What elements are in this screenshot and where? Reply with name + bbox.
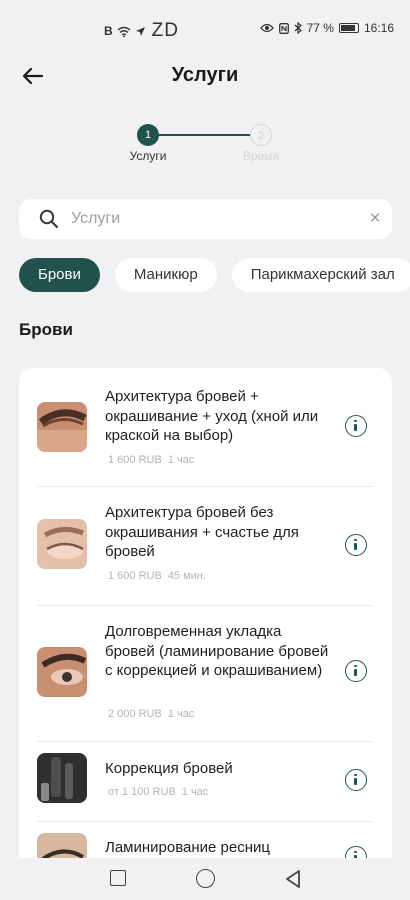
- step-1-label: Услуги: [129, 149, 167, 163]
- stepper-progress-line: [159, 134, 250, 136]
- info-icon[interactable]: [345, 415, 367, 437]
- status-right: 77 % 16:16: [259, 21, 394, 35]
- nfc-icon: [278, 22, 289, 34]
- service-duration: 1 час: [167, 708, 195, 720]
- page-title: Услуги: [171, 64, 239, 86]
- service-meta: 1 600 RUB 1 час: [108, 454, 200, 466]
- wifi-icon: [117, 26, 131, 37]
- service-name: Коррекция бровей: [105, 760, 233, 777]
- carrier-logo: ZD: [151, 20, 179, 41]
- service-name: Ламинирование ресниц: [105, 839, 270, 856]
- service-name: Архитектура бровей + окрашивание + уход …: [105, 388, 319, 444]
- services-list: Архитектура бровей + окрашивание + уход …: [19, 368, 392, 900]
- step-1-indicator: 1: [137, 124, 159, 146]
- clock: 16:16: [363, 21, 394, 35]
- battery-percent: 77 %: [306, 21, 334, 35]
- service-price: 1 600 RUB: [108, 454, 162, 466]
- eye-icon: [259, 23, 274, 33]
- service-meta: 2 000 RUB 1 час: [108, 708, 200, 720]
- section-title: Брови: [19, 320, 73, 339]
- step-2-indicator: 2: [250, 124, 272, 146]
- back-triangle-icon[interactable]: [284, 869, 302, 889]
- bluetooth-icon: [294, 22, 302, 34]
- category-chip-manicure[interactable]: Маникюр: [114, 258, 217, 292]
- status-left: B ZD: [104, 20, 179, 42]
- service-price: 1 600 RUB: [108, 570, 162, 582]
- service-name: Долговременная укладка бровей (ламиниров…: [105, 623, 329, 679]
- service-thumbnail: [37, 402, 87, 452]
- service-name: Архитектура бровей без окрашивания + сча…: [105, 504, 299, 560]
- service-thumbnail: [37, 647, 87, 697]
- service-item[interactable]: Архитектура бровей + окрашивание + уход …: [19, 368, 392, 486]
- search-icon: [39, 209, 59, 229]
- search-bar: ×: [19, 199, 392, 239]
- service-item[interactable]: Архитектура бровей без окрашивания + сча…: [19, 486, 392, 605]
- service-price: от 1 100 RUB: [108, 786, 176, 798]
- b-icon: B: [104, 24, 113, 38]
- info-icon[interactable]: [345, 769, 367, 791]
- clear-search-icon[interactable]: ×: [366, 209, 384, 228]
- service-thumbnail: [37, 753, 87, 803]
- service-duration: 1 час: [167, 454, 195, 466]
- search-input[interactable]: [71, 199, 351, 239]
- category-chip-hair-salon[interactable]: Парикмахерский зал: [231, 258, 410, 292]
- info-icon[interactable]: [345, 534, 367, 556]
- send-icon: [135, 26, 145, 36]
- service-duration: 1 час: [181, 786, 209, 798]
- service-meta: 1 600 RUB 45 мин.: [108, 570, 212, 582]
- booking-stepper: 1 2 Услуги Время: [0, 122, 410, 170]
- info-icon[interactable]: [345, 660, 367, 682]
- app-header: Услуги: [0, 56, 410, 96]
- service-meta: от 1 100 RUB 1 час: [108, 786, 214, 798]
- home-button[interactable]: [196, 869, 215, 888]
- step-2-label: Время: [242, 149, 280, 163]
- service-price: 2 000 RUB: [108, 708, 162, 720]
- service-duration: 45 мин.: [167, 570, 206, 582]
- service-item[interactable]: Коррекция бровей от 1 100 RUB 1 час: [19, 741, 392, 821]
- system-nav-bar: [0, 858, 410, 900]
- service-thumbnail: [37, 519, 87, 569]
- category-chip-brows[interactable]: Брови: [19, 258, 100, 292]
- recent-apps-button[interactable]: [110, 870, 126, 886]
- category-chips: Брови Маникюр Парикмахерский зал: [19, 258, 410, 292]
- status-bar: B ZD 77 % 16:16: [0, 0, 410, 52]
- service-item[interactable]: Долговременная укладка бровей (ламиниров…: [19, 605, 392, 741]
- battery-icon: [338, 23, 359, 33]
